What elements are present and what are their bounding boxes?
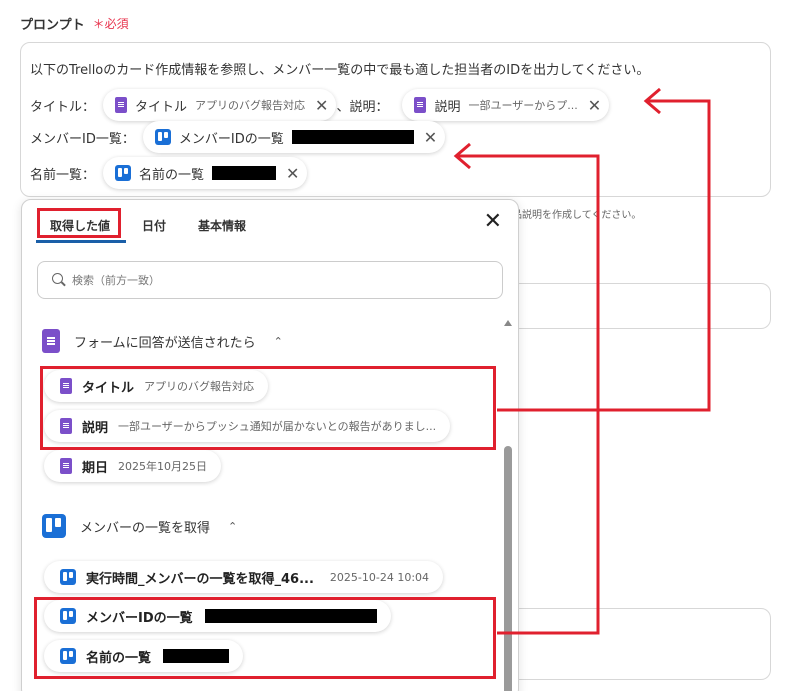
- section-title: フォームに回答が送信されたら: [74, 335, 256, 351]
- close-icon[interactable]: ✕: [315, 96, 328, 115]
- chip-name: 名前の一覧: [139, 167, 205, 183]
- section-form-trigger[interactable]: フォームに回答が送信されたら ⌃: [42, 329, 283, 353]
- annotation-highlight-form-items: [40, 366, 496, 450]
- names-label: 名前一覧：: [30, 167, 96, 183]
- desc-label: 、説明：: [336, 99, 389, 115]
- scrollbar-thumb[interactable]: [504, 446, 512, 691]
- scrollbar[interactable]: [502, 318, 514, 691]
- item-value: 2025年10月25日: [118, 460, 208, 473]
- form-icon: [60, 458, 72, 474]
- prompt-field-label: プロンプト ＊必須: [20, 14, 129, 33]
- close-icon[interactable]: ✕: [588, 96, 601, 115]
- chip-value: 一部ユーザーからプ...: [468, 99, 578, 112]
- field-title: プロンプト: [20, 18, 85, 33]
- form-icon: [414, 97, 427, 113]
- chip-name: 説明: [434, 99, 461, 115]
- scroll-up-arrow[interactable]: [504, 320, 512, 326]
- search-icon: [52, 273, 66, 287]
- chip-name: メンバーIDの一覧: [178, 131, 284, 147]
- list-item[interactable]: 期日 2025年10月25日: [44, 450, 222, 482]
- close-icon[interactable]: ✕: [286, 164, 299, 183]
- annotation-highlight-tab: [37, 208, 121, 238]
- background-hint-text: 品説明を作成してください。: [512, 210, 642, 221]
- chip-value: アプリのバグ報告対応: [195, 99, 306, 112]
- item-name: 期日: [82, 460, 109, 476]
- title-token-chip[interactable]: タイトル アプリのバグ報告対応 ✕: [103, 89, 337, 121]
- chip-name: タイトル: [135, 99, 188, 115]
- list-item[interactable]: 実行時間_メンバーの一覧を取得_46... 2025-10-24 10:04: [44, 561, 444, 593]
- tab-date[interactable]: 日付: [142, 217, 166, 234]
- member-label: メンバーID一覧：: [30, 131, 135, 147]
- tab-basic-info[interactable]: 基本情報: [198, 217, 246, 234]
- search-placeholder: 検索（前方一致）: [72, 274, 160, 287]
- trello-icon: [115, 165, 132, 181]
- prompt-row-names: 名前一覧： 名前の一覧 ✕: [30, 157, 308, 189]
- chevron-up-icon: ⌃: [228, 519, 238, 533]
- section-get-members[interactable]: メンバーの一覧を取得 ⌃: [42, 514, 237, 538]
- required-badge: ＊必須: [92, 17, 129, 31]
- names-token-chip[interactable]: 名前の一覧 ✕: [103, 157, 308, 189]
- trello-icon: [42, 514, 66, 538]
- redacted-value: [291, 130, 414, 144]
- active-tab-indicator: [36, 240, 126, 243]
- section-title: メンバーの一覧を取得: [80, 520, 211, 536]
- prompt-text-line: 以下のTrelloのカード作成情報を参照し、メンバー一覧の中で最も適した担当者の…: [30, 63, 650, 78]
- item-value: 2025-10-24 10:04: [329, 570, 430, 584]
- redacted-value: [212, 166, 277, 180]
- desc-token-chip[interactable]: 説明 一部ユーザーからプ... ✕: [402, 89, 610, 121]
- close-icon[interactable]: ✕: [484, 210, 502, 234]
- search-input[interactable]: 検索（前方一致）: [37, 261, 503, 299]
- member-id-token-chip[interactable]: メンバーIDの一覧 ✕: [142, 121, 446, 153]
- prompt-row-title: タイトル： タイトル アプリのバグ報告対応 ✕ 、説明： 説明 一部ユーザーから…: [30, 89, 610, 121]
- form-icon: [115, 97, 128, 113]
- annotation-highlight-member-items: [34, 597, 496, 679]
- close-icon[interactable]: ✕: [424, 128, 437, 147]
- form-icon: [42, 329, 60, 353]
- background-input[interactable]: [515, 608, 771, 680]
- chevron-up-icon: ⌃: [273, 334, 283, 348]
- background-input[interactable]: [515, 283, 771, 329]
- trello-icon: [154, 129, 171, 145]
- prompt-row-member: メンバーID一覧： メンバーIDの一覧 ✕: [30, 121, 446, 153]
- prompt-editor[interactable]: 以下のTrelloのカード作成情報を参照し、メンバー一覧の中で最も適した担当者の…: [20, 42, 771, 197]
- trello-icon: [60, 569, 76, 585]
- title-label: タイトル：: [30, 99, 96, 115]
- item-name: 実行時間_メンバーの一覧を取得_46...: [86, 571, 314, 587]
